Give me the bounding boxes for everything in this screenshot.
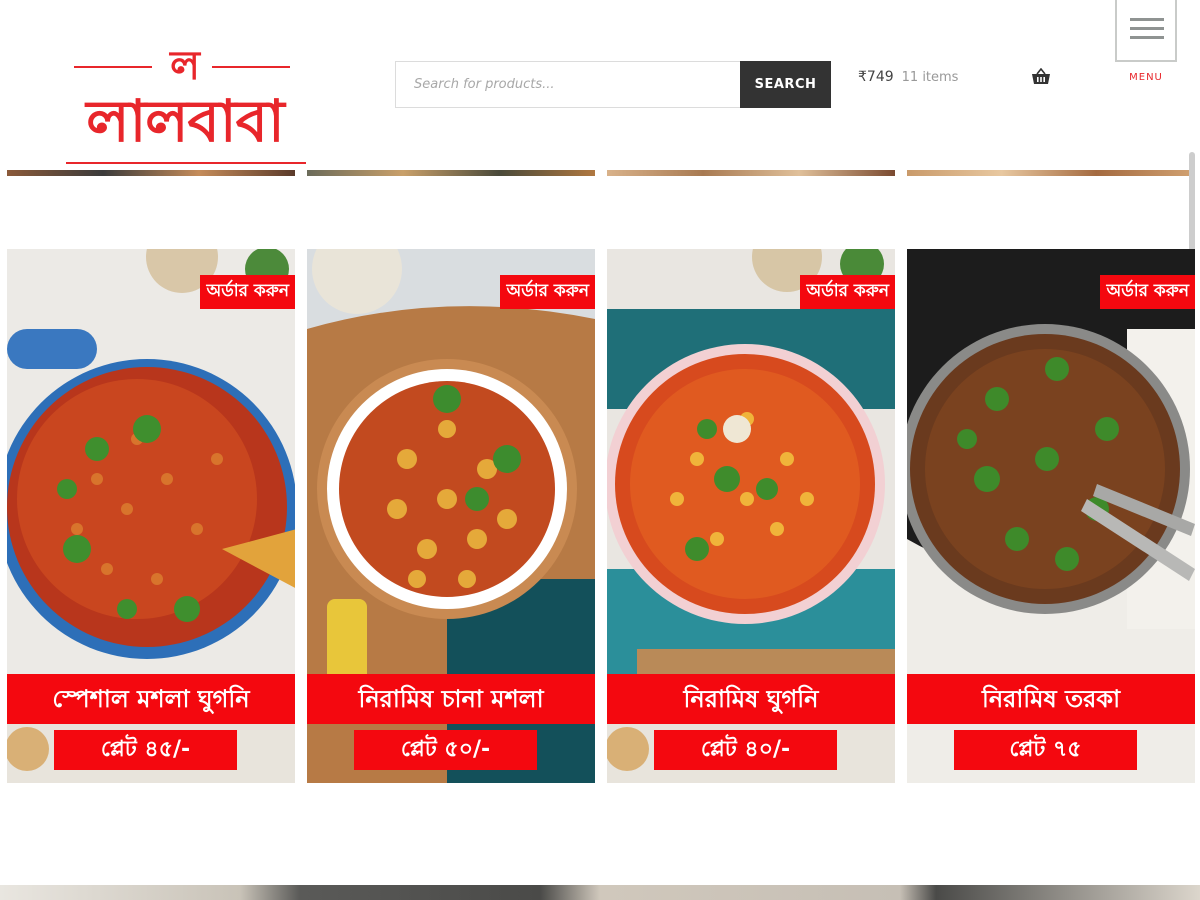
- product-name: স্পেশাল মশলা ঘুগনি: [7, 674, 295, 724]
- product-card[interactable]: অর্ডার করুন স্পেশাল মশলা ঘুগনি প্লেট ৪৫/…: [7, 249, 295, 783]
- order-now-badge[interactable]: অর্ডার করুন: [1100, 275, 1195, 309]
- previous-row-edge: [907, 170, 1191, 176]
- product-price: প্লেট ৫০/-: [354, 730, 537, 770]
- order-now-badge[interactable]: অর্ডার করুন: [500, 275, 595, 309]
- previous-row-edge: [307, 170, 595, 176]
- product-price: প্লেট ৪৫/-: [54, 730, 237, 770]
- logo-text: লালবাবা: [86, 87, 284, 155]
- order-now-badge[interactable]: অর্ডার করুন: [800, 275, 895, 309]
- product-price: প্লেট ৭৫: [954, 730, 1137, 770]
- previous-row-edge: [607, 170, 895, 176]
- product-card[interactable]: অর্ডার করুন নিরামিষ তরকা প্লেট ৭৫: [907, 249, 1195, 783]
- hamburger-menu-icon[interactable]: [1115, 0, 1177, 62]
- product-search-form: SEARCH: [395, 61, 831, 108]
- product-name: নিরামিষ ঘুগনি: [607, 674, 895, 724]
- product-name: নিরামিষ চানা মশলা: [307, 674, 595, 724]
- site-logo[interactable]: ল লালবাবা: [48, 44, 322, 168]
- product-card[interactable]: অর্ডার করুন নিরামিষ ঘুগনি প্লেট ৪০/-: [607, 249, 895, 783]
- menu-label[interactable]: MENU: [1115, 72, 1177, 83]
- cart-summary[interactable]: ₹749 11 items: [858, 69, 958, 85]
- product-card[interactable]: অর্ডার করুন নিরামিষ চানা মশলা প্লেট ৫০/-: [307, 249, 595, 783]
- logo-underline: [66, 162, 306, 164]
- order-now-badge[interactable]: অর্ডার করুন: [200, 275, 295, 309]
- basket-icon[interactable]: [1031, 68, 1051, 86]
- search-button[interactable]: SEARCH: [740, 61, 831, 108]
- product-name: নিরামিষ তরকা: [907, 674, 1195, 724]
- cart-amount: ₹749: [858, 69, 894, 85]
- next-section-edge: [0, 885, 1200, 900]
- search-input[interactable]: [395, 61, 740, 108]
- product-price: প্লেট ৪০/-: [654, 730, 837, 770]
- previous-row-edge: [7, 170, 295, 176]
- logo-top: ল: [48, 44, 322, 88]
- scrollbar[interactable]: [1189, 152, 1195, 262]
- cart-count: 11 items: [901, 70, 959, 85]
- logo-line-right: [212, 66, 290, 68]
